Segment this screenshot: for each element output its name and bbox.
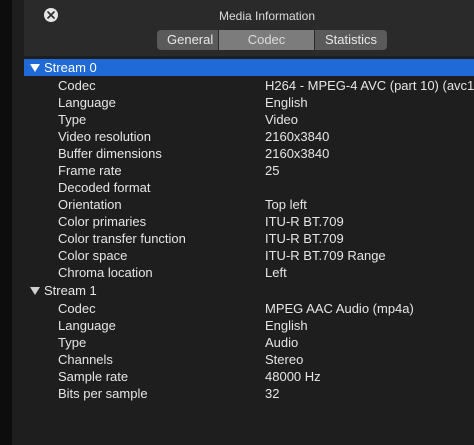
property-value: English xyxy=(265,95,308,110)
property-key: Orientation xyxy=(58,197,122,212)
property-row: Decoded format xyxy=(24,179,474,196)
tab-codec-details[interactable]: Codec Details xyxy=(219,30,315,50)
property-value: H264 - MPEG-4 AVC (part 10) (avc1) xyxy=(265,78,474,93)
tab-bar: General Codec Details Statistics xyxy=(24,30,474,56)
media-information-window: Media Information General Codec Details … xyxy=(0,0,474,445)
property-key: Type xyxy=(58,335,87,350)
property-key: Video resolution xyxy=(58,129,151,144)
window-title: Media Information xyxy=(218,9,316,23)
titlebar: Media Information xyxy=(24,0,474,30)
property-value: Video xyxy=(265,112,299,127)
segmented-control: General Codec Details Statistics xyxy=(157,30,387,50)
property-row: Frame rate 25 xyxy=(24,162,474,179)
property-value: 2160x3840 xyxy=(265,146,330,161)
property-row: Color primaries ITU-R BT.709 xyxy=(24,213,474,230)
property-key: Type xyxy=(58,112,87,127)
property-value: Audio xyxy=(265,335,299,350)
stream-0-header[interactable]: Stream 0 xyxy=(24,59,474,76)
property-key: Channels xyxy=(58,352,113,367)
property-value: Left xyxy=(265,265,287,280)
property-key: Codec xyxy=(58,78,96,93)
property-value: Stereo xyxy=(265,352,304,367)
property-key: Color transfer function xyxy=(58,231,186,246)
property-row: Type Audio xyxy=(24,334,474,351)
tab-general[interactable]: General xyxy=(157,30,219,50)
tab-statistics[interactable]: Statistics xyxy=(315,30,387,50)
property-key: Decoded format xyxy=(58,180,151,195)
property-row: Buffer dimensions 2160x3840 xyxy=(24,145,474,162)
property-row: Chroma location Left xyxy=(24,264,474,281)
property-row: Bits per sample 32 xyxy=(24,385,474,402)
property-row: Codec MPEG AAC Audio (mp4a) xyxy=(24,300,474,317)
property-value: ITU-R BT.709 xyxy=(265,231,344,246)
property-row: Channels Stereo xyxy=(24,351,474,368)
property-row: Color space ITU-R BT.709 Range xyxy=(24,247,474,264)
property-key: Language xyxy=(58,318,116,333)
property-row: Orientation Top left xyxy=(24,196,474,213)
property-key: Buffer dimensions xyxy=(58,146,162,161)
stream-outline: Stream 0 Codec H264 - MPEG-4 AVC (part 10… xyxy=(24,56,474,445)
property-value: 48000 Hz xyxy=(265,369,321,384)
property-value: ITU-R BT.709 Range xyxy=(265,248,386,263)
property-key: Frame rate xyxy=(58,163,122,178)
property-key: Language xyxy=(58,95,116,110)
stream-1-header[interactable]: Stream 1 xyxy=(30,282,97,299)
stream-label: Stream 0 xyxy=(44,60,97,75)
property-value: 32 xyxy=(265,386,280,401)
property-key: Chroma location xyxy=(58,265,153,280)
property-value: 2160x3840 xyxy=(265,129,330,144)
property-row: Codec H264 - MPEG-4 AVC (part 10) (avc1) xyxy=(24,77,474,94)
property-value: English xyxy=(265,318,308,333)
property-key: Sample rate xyxy=(58,369,129,384)
property-row: Sample rate 48000 Hz xyxy=(24,368,474,385)
property-value: Top left xyxy=(265,197,307,212)
property-row: Language English xyxy=(24,317,474,334)
property-key: Color primaries xyxy=(58,214,147,229)
stream-label: Stream 1 xyxy=(44,283,97,298)
property-value: MPEG AAC Audio (mp4a) xyxy=(265,301,414,316)
property-value: ITU-R BT.709 xyxy=(265,214,344,229)
property-key: Color space xyxy=(58,248,128,263)
property-key: Bits per sample xyxy=(58,386,148,401)
disclosure-triangle-icon[interactable] xyxy=(30,286,40,295)
property-key: Codec xyxy=(58,301,96,316)
property-value: 25 xyxy=(265,163,280,178)
property-row: Color transfer function ITU-R BT.709 xyxy=(24,230,474,247)
property-row: Video resolution 2160x3840 xyxy=(24,128,474,145)
property-row: Type Video xyxy=(24,111,474,128)
disclosure-triangle-icon[interactable] xyxy=(30,63,40,72)
property-row: Language English xyxy=(24,94,474,111)
